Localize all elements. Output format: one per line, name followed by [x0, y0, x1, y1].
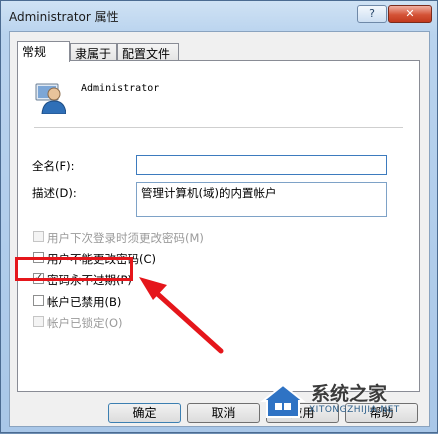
annotation-arrow-icon: [139, 277, 224, 354]
watermark: 系统之家 XITONGZHIJIA.NET: [259, 381, 429, 425]
watermark-name: 系统之家: [311, 383, 388, 405]
dialog-window: Administrator 属性 ? ✕ 常规 隶属于 配置文件 Adminis…: [0, 0, 438, 433]
house-logo-icon: [260, 383, 306, 418]
tab-general[interactable]: 常规: [17, 41, 70, 62]
watermark-url: XITONGZHIJIA.NET: [309, 405, 400, 415]
